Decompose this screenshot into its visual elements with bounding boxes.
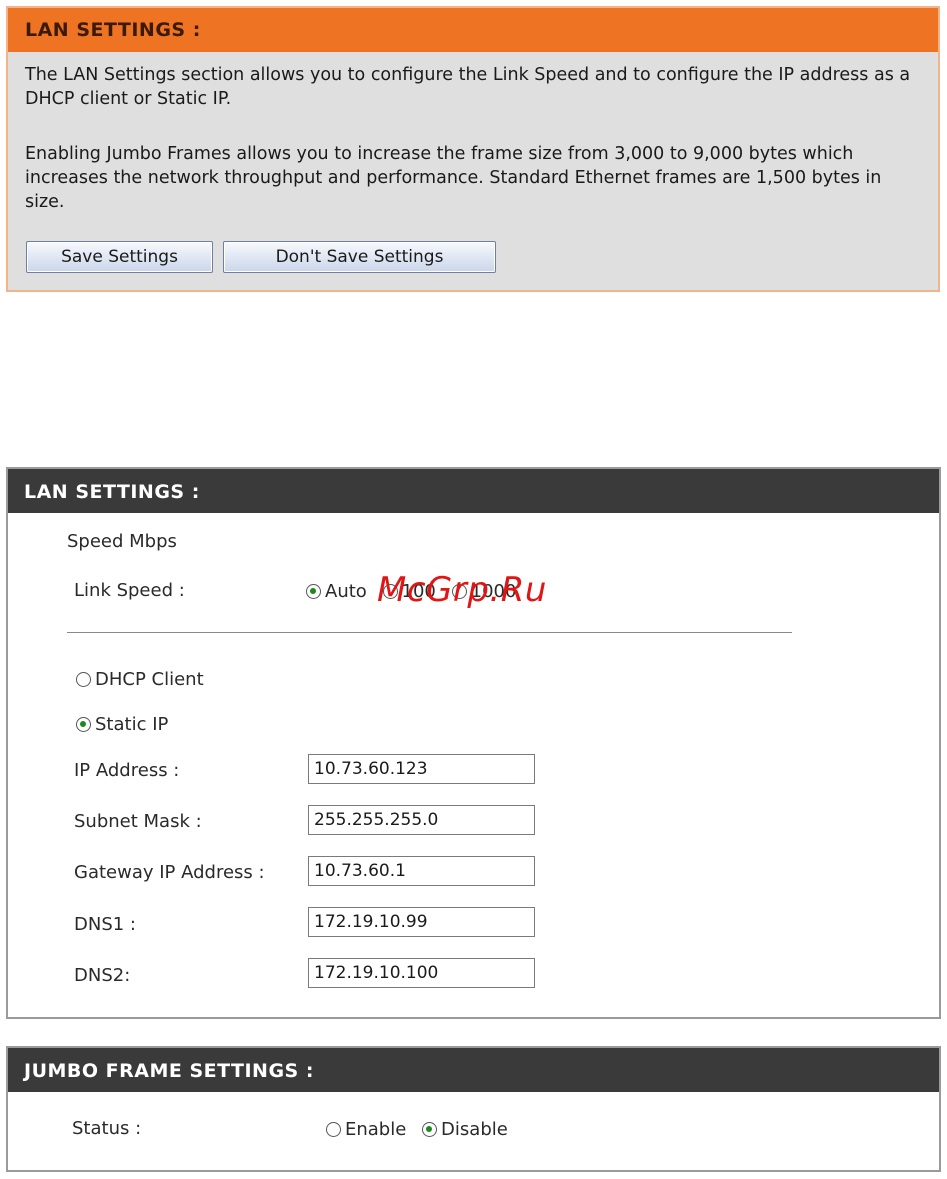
link-speed-label: Link Speed :	[74, 580, 185, 601]
jumbo-status-options: Enable Disable	[326, 1119, 518, 1140]
lan-settings-panel: LAN SETTINGS : Speed Mbps Link Speed : A…	[6, 467, 941, 1019]
ip-address-input[interactable]	[308, 754, 535, 784]
info-paragraph-jumbo-frames: Enabling Jumbo Frames allows you to incr…	[25, 144, 882, 212]
gateway-ip-label: Gateway IP Address :	[74, 862, 265, 883]
dns1-label: DNS1 :	[74, 914, 136, 935]
save-settings-button[interactable]: Save Settings	[26, 241, 213, 273]
gateway-ip-input[interactable]	[308, 856, 535, 886]
lan-settings-title: LAN SETTINGS :	[8, 469, 939, 513]
radio-checked-icon[interactable]	[422, 1122, 438, 1137]
jumbo-frame-title: JUMBO FRAME SETTINGS :	[8, 1048, 939, 1092]
dns1-input[interactable]	[308, 907, 535, 937]
info-paragraph-link-speed: The LAN Settings section allows you to c…	[25, 65, 911, 109]
status-label: Status :	[72, 1118, 142, 1139]
radio-unchecked-icon[interactable]	[326, 1122, 341, 1137]
jumbo-enable-option[interactable]: Enable	[326, 1119, 412, 1140]
speed-heading: Speed Mbps	[67, 531, 177, 552]
jumbo-frame-panel: JUMBO FRAME SETTINGS : Status : Enable D…	[6, 1046, 941, 1172]
static-ip-option[interactable]: Static IP	[76, 714, 168, 735]
radio-unchecked-icon[interactable]	[76, 672, 91, 687]
dns2-input[interactable]	[308, 958, 535, 988]
dhcp-client-option[interactable]: DHCP Client	[76, 669, 204, 690]
ip-address-label: IP Address :	[74, 760, 180, 781]
info-panel: LAN SETTINGS : The LAN Settings section …	[6, 6, 940, 292]
radio-checked-icon[interactable]	[76, 717, 91, 732]
subnet-mask-input[interactable]	[308, 805, 535, 835]
link-speed-option-auto[interactable]: Auto	[306, 581, 373, 602]
radio-checked-icon[interactable]	[306, 584, 321, 599]
section-divider	[67, 632, 792, 633]
watermark-logo: McGrp.Ru	[377, 570, 547, 610]
subnet-mask-label: Subnet Mask :	[74, 811, 202, 832]
info-panel-title: LAN SETTINGS :	[8, 8, 938, 52]
dns2-label: DNS2:	[74, 965, 131, 986]
jumbo-disable-option[interactable]: Disable	[422, 1119, 508, 1140]
dont-save-settings-button[interactable]: Don't Save Settings	[223, 241, 496, 273]
